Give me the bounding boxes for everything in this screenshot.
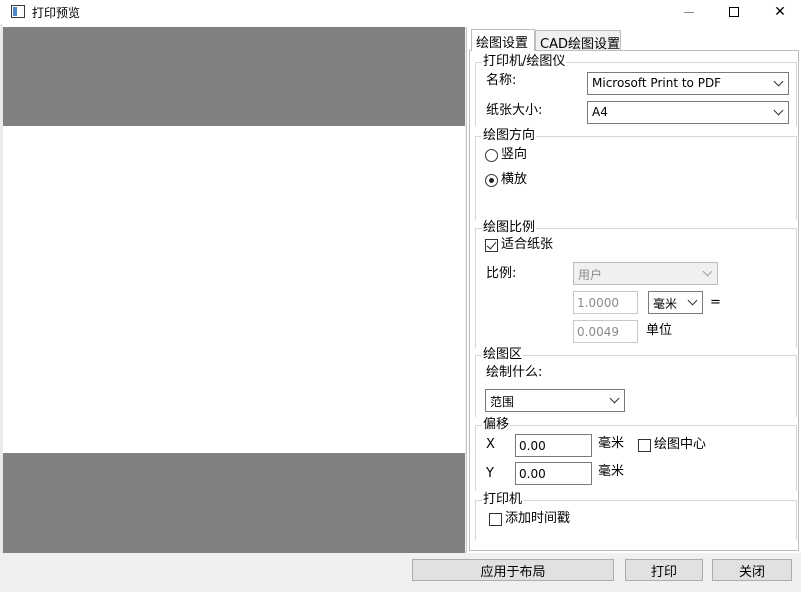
offset-group: 偏移 X 0.00 毫米 绘图中心 Y 0.00 毫米 [475,417,797,491]
dialog-button-bar: 应用于布局 打印 关闭 [0,553,801,592]
add-timestamp-checkbox[interactable] [489,513,502,526]
group-title: 打印机 [482,492,524,507]
center-plot-checkbox[interactable] [638,439,651,452]
tab-plot-settings[interactable]: 绘图设置 [471,29,535,51]
fit-paper-label[interactable]: 适合纸张 [501,237,553,253]
ratio-select[interactable]: 用户 [573,262,718,285]
chevron-down-icon [773,76,784,87]
scale-unit-value: 毫米 [653,297,678,311]
printer-name-label: 名称: [486,73,517,88]
close-icon: ✕ [774,4,786,20]
paper-size-label: 纸张大小: [486,103,543,118]
window-app-icon [11,5,25,18]
what-to-plot-value: 范围 [490,395,515,409]
chevron-down-icon [687,295,698,306]
paper-size-value: A4 [592,105,608,119]
chevron-down-icon [702,266,713,277]
fit-paper-checkbox[interactable] [485,239,498,252]
ratio-value: 用户 [578,268,603,282]
offset-y-input[interactable]: 0.00 [515,462,592,485]
preview-background-bottom [3,453,465,553]
landscape-label[interactable]: 横放 [501,172,527,188]
group-title: 绘图区 [482,347,524,362]
offset-x-input[interactable]: 0.00 [515,434,592,457]
offset-y-label: Y [486,466,494,481]
scale-unit-select[interactable]: 毫米 [648,291,703,314]
title-bar: 打印预览 ✕ [0,0,801,24]
add-timestamp-label[interactable]: 添加时间戳 [505,511,570,527]
group-title: 打印机/绘图仪 [482,54,567,69]
group-title: 绘图方向 [482,128,537,143]
window-title: 打印预览 [32,6,81,20]
portrait-radio[interactable] [485,149,498,162]
minimize-button[interactable] [666,0,712,24]
apply-to-layout-button[interactable]: 应用于布局 [412,559,614,581]
units-label: 单位 [646,323,673,338]
printer-name-select[interactable]: Microsoft Print to PDF [587,72,789,95]
landscape-radio[interactable] [485,174,498,187]
printer-name-value: Microsoft Print to PDF [592,76,722,90]
offset-x-unit: 毫米 [598,436,625,451]
portrait-label[interactable]: 竖向 [501,147,527,163]
orientation-group: 绘图方向 竖向 横放 [475,128,797,220]
tab-cad-plot-settings[interactable]: CAD绘图设置 [535,30,621,52]
preview-background-top [3,27,465,126]
settings-tabs: 绘图设置 CAD绘图设置 [469,29,799,52]
maximize-button[interactable] [711,0,757,24]
offset-y-unit: 毫米 [598,464,625,479]
close-window-button[interactable]: ✕ [757,0,801,24]
maximize-icon [729,7,739,17]
group-title: 绘图比例 [482,220,537,235]
plot-area-group: 绘图区 绘制什么: 范围 [475,347,797,417]
paper-size-select[interactable]: A4 [587,101,789,124]
print-button[interactable]: 打印 [625,559,703,581]
printer-plotter-group: 打印机/绘图仪 名称: Microsoft Print to PDF 纸张大小:… [475,54,797,126]
group-title: 偏移 [482,417,511,432]
minimize-icon [684,11,694,13]
chevron-down-icon [609,393,620,404]
close-button[interactable]: 关闭 [712,559,792,581]
printer-options-group: 打印机 添加时间戳 [475,492,797,540]
equals-sign: = [710,295,721,310]
scale-value-input[interactable]: 1.0000 [573,291,638,314]
print-preview-area[interactable] [3,27,465,553]
panel-splitter[interactable] [465,27,467,553]
what-to-plot-label: 绘制什么: [486,365,543,380]
offset-x-label: X [486,437,495,452]
plot-scale-group: 绘图比例 适合纸张 比例: 用户 1.0000 毫米 = 0.0049 单位 [475,220,797,348]
ratio-label: 比例: [486,266,517,281]
plot-settings-pane: 打印机/绘图仪 名称: Microsoft Print to PDF 纸张大小:… [469,50,799,551]
drawing-units-input[interactable]: 0.0049 [573,320,638,343]
center-plot-label[interactable]: 绘图中心 [654,437,706,453]
what-to-plot-select[interactable]: 范围 [485,389,625,412]
chevron-down-icon [773,105,784,116]
